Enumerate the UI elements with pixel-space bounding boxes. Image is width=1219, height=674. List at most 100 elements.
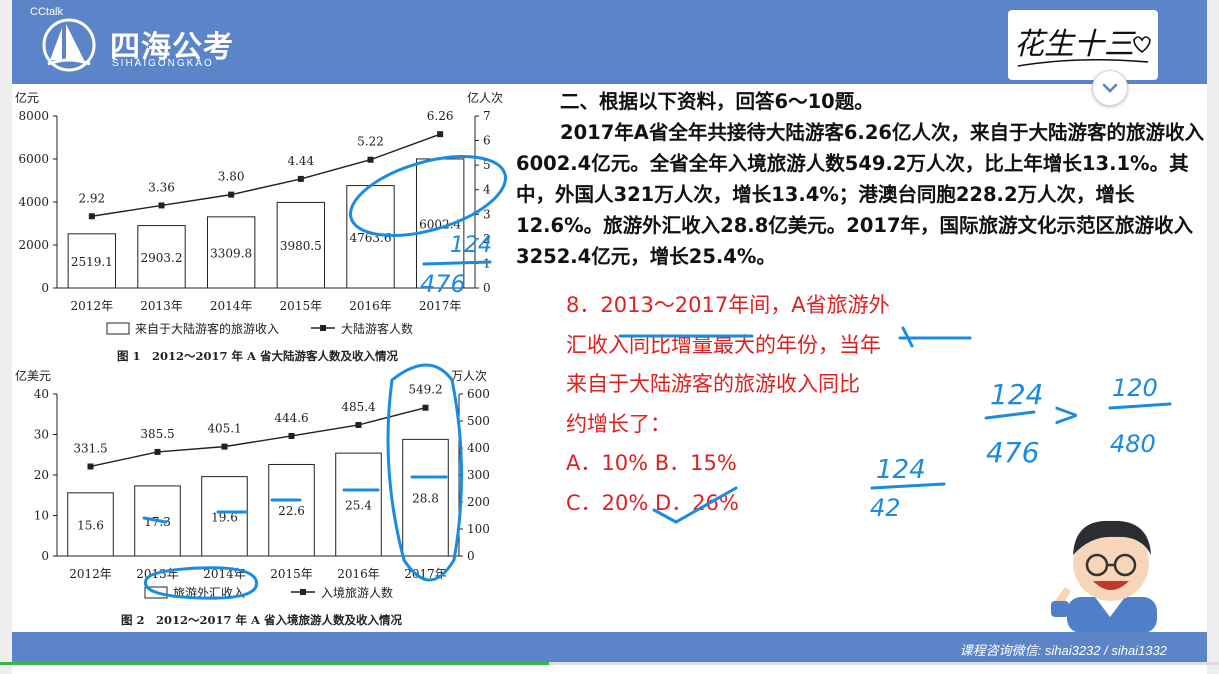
brand-subtitle: SIHAIGONGKAO: [112, 58, 214, 69]
option-d[interactable]: D．26%: [655, 491, 739, 515]
teacher-signature: 花生十三: [1008, 10, 1158, 80]
sail-logo-icon: [42, 18, 96, 72]
question-line-4: 约增长了：: [566, 411, 671, 436]
handwriting-124-c: 124: [990, 378, 1043, 411]
chart-2-right-unit: 万人次: [451, 369, 487, 383]
chart-2-bar-label: 25.4: [345, 499, 372, 513]
video-progress-bar[interactable]: [0, 662, 1219, 665]
chart-1-category-label: 2017年: [419, 299, 462, 313]
question-line-2: 汇收入同比增量最大的年份，当年: [566, 332, 881, 357]
chart-2-line-label: 385.5: [140, 427, 174, 441]
chart-1-left-tick-label: 4000: [18, 195, 49, 209]
chart-1-bar-label: 3309.8: [210, 246, 252, 260]
chart-2-left-tick-label: 20: [34, 468, 49, 482]
chart-2-right-tick-label: 400: [467, 441, 490, 455]
option-b[interactable]: B．15%: [655, 451, 737, 475]
chart-2-left-tick-label: 10: [34, 509, 49, 523]
handwriting-120: 120: [1112, 374, 1158, 402]
chart-2-right-tick-label: 600: [467, 387, 490, 401]
chart-1-line-label: 4.44: [287, 154, 314, 168]
chart-2-line-label: 331.5: [73, 441, 107, 455]
chart-2-left-tick-label: 30: [34, 428, 49, 442]
chart-2-right-tick-label: 300: [467, 468, 490, 482]
chart-2-bar-label: 22.6: [278, 504, 305, 518]
chart-2-bar-label: 28.8: [412, 492, 439, 506]
chart-1-line-point: [88, 213, 95, 220]
chart-2-line-point: [422, 404, 429, 411]
chart-2-right-tick-label: 500: [467, 414, 490, 428]
chart-2-line-label: 444.6: [274, 411, 308, 425]
left-frame: [0, 0, 12, 674]
chart-1-bar-label: 2903.2: [141, 251, 183, 265]
passage-body: 2017年A省全年共接待大陆游客6.26亿人次，来自于大陆游客的旅游收入6002…: [516, 121, 1204, 268]
question-line-3: 来自于大陆游客的旅游收入同比: [566, 372, 860, 396]
option-a[interactable]: A．10%: [566, 451, 648, 475]
chart-2-line-label: 405.1: [207, 422, 241, 436]
chart-2-legend-bar-swatch: [144, 586, 168, 599]
chart-2-title: 图 2 2012～2017 年 A 省入境旅游人数及收入情况: [121, 613, 402, 627]
chart-1-legend-line-label: 大陆游客人数: [341, 321, 413, 336]
chart-1-legend-bar-label: 来自于大陆游客的旅游收入: [135, 321, 279, 336]
chart-2-line-point: [355, 421, 362, 428]
chart-1-right-unit: 亿人次: [467, 90, 503, 105]
chart-2-category-label: 2012年: [69, 567, 112, 581]
option-c[interactable]: C．20%: [566, 491, 648, 515]
chart-2-right-tick-label: 100: [467, 522, 490, 536]
chart-1-right-tick-label: 0: [483, 281, 491, 295]
chart-1-right-tick-label: 6: [483, 134, 491, 148]
question-8: 8．2013～2017年间，A省旅游外 汇收入同比增量最大的年份，当年 来自于大…: [566, 286, 986, 523]
footer-contact: 课程咨询微信: sihai3232 / sihai1332: [959, 643, 1167, 658]
chart-1-left-tick-label: 2000: [18, 238, 49, 252]
chart-1-line-point: [437, 131, 444, 138]
right-frame: [1207, 0, 1219, 674]
chart-1-left-tick-label: 8000: [18, 109, 49, 123]
chart-2: 亿美元 万人次 0 10 20 30 40 0 100 200 300 400 500 600 15.6 20…: [15, 368, 515, 630]
chart-1-left-unit: 亿元: [15, 90, 39, 105]
video-progress-fill: [0, 662, 549, 665]
chart-1-right-tick-label: 5: [483, 158, 491, 172]
chart-2-left-unit: 亿美元: [15, 368, 51, 383]
chart-1-line-point: [228, 191, 235, 198]
chart-1-category-label: 2013年: [140, 299, 183, 313]
chart-1-left-tick-label: 6000: [18, 152, 49, 166]
chart-1-line-label: 2.92: [78, 191, 105, 205]
chart-1-line-label: 5.22: [357, 135, 384, 149]
chart-1: 亿元 亿人次 0 2000 4000 6000 8000 0 1 2 3 4 5 6 7 2519.1 2012…: [15, 86, 515, 368]
question-line-1: 8．2013～2017年间，A省旅游外: [566, 293, 890, 317]
chart-2-canvas: 亿美元 万人次010203040010020030040050060015.620…: [15, 368, 490, 627]
chart-1-right-tick-label: 1: [483, 256, 491, 270]
chart-2-line-label: 549.2: [408, 383, 442, 397]
chart-1-category-label: 2016年: [349, 299, 392, 313]
options-row-1: A．10% B．15%: [566, 444, 986, 484]
chart-1-bar-label: 4763.6: [350, 231, 392, 245]
chart-1-right-tick-label: 7: [483, 109, 491, 123]
chart-2-bar-label: 19.6: [211, 510, 238, 524]
app-name: CCtalk: [30, 6, 64, 18]
chart-2-category-label: 2013年: [136, 567, 179, 581]
chart-1-line-label: 3.36: [148, 180, 175, 194]
chart-1-line-label: 6.26: [427, 109, 454, 123]
handwriting-480: 480: [1110, 430, 1156, 458]
chart-1-canvas: 亿元 亿人次 0 2000 4000 6000 8000 0 1 2 3 4 5 6 7 2519.1 2012…: [15, 90, 503, 363]
chart-2-right-tick-label: 0: [467, 549, 475, 563]
chart-1-bar-label: 2519.1: [71, 255, 113, 269]
chart-1-line-point: [297, 175, 304, 182]
chart-2-category-label: 2014年: [203, 567, 246, 581]
chart-2-line-point: [87, 463, 94, 470]
chart-2-left-tick-label: 40: [34, 387, 49, 401]
footer-bar: 课程咨询微信: sihai3232 / sihai1332: [12, 632, 1207, 662]
chart-1-left-tick-label: 0: [41, 281, 49, 295]
material-passage: 二、根据以下资料，回答6～10题。 2017年A省全年共接待大陆游客6.26亿人…: [516, 86, 1206, 272]
chart-1-line-point: [367, 156, 374, 163]
chart-2-category-label: 2015年: [270, 567, 313, 581]
chart-2-line-point: [221, 443, 228, 450]
chart-1-right-tick-label: 3: [483, 207, 491, 221]
chart-1-right-tick-label: 2: [483, 232, 491, 246]
chart-2-legend-line-label: 入境旅游人数: [321, 585, 393, 600]
chart-1-title: 图 1 2012～2017 年 A 省大陆游客人数及收入情况: [117, 349, 398, 363]
chart-1-line-point: [158, 202, 165, 209]
chart-1-category-label: 2015年: [280, 299, 323, 313]
chart-1-right-tick-label: 4: [483, 183, 491, 197]
chart-2-bar-label: 15.6: [77, 518, 104, 532]
chart-1-bar-label: 6002.4: [419, 217, 461, 231]
